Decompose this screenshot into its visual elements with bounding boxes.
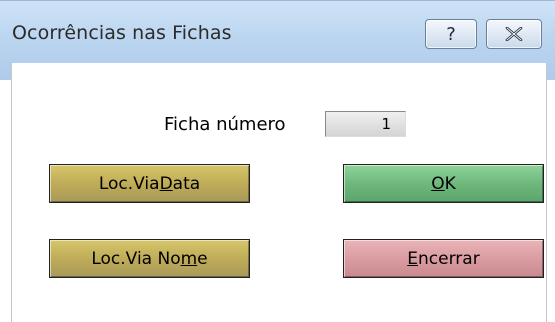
- help-button[interactable]: ?: [425, 19, 477, 49]
- help-icon: ?: [446, 23, 456, 45]
- close-icon: [505, 27, 523, 41]
- ok-label-post: K: [444, 173, 456, 194]
- window-title: Ocorrências nas Fichas: [12, 22, 232, 44]
- loc-via-nome-button[interactable]: Loc.Via No m e: [49, 239, 250, 278]
- encerrar-button[interactable]: Encerrar: [343, 239, 544, 278]
- ok-accel: O: [431, 173, 445, 194]
- ficha-number-label: Ficha número: [164, 114, 286, 135]
- loc-via-nome-accel: m: [180, 248, 198, 269]
- loc-via-data-label-pre: Loc.Via: [98, 173, 160, 194]
- ok-button[interactable]: OK: [343, 164, 544, 203]
- loc-via-nome-label-post: e: [197, 248, 208, 269]
- dialog-body: Ficha número 1 Loc.Via Data OK Loc.Via N…: [11, 63, 547, 322]
- loc-via-data-button[interactable]: Loc.Via Data: [49, 164, 250, 203]
- close-button[interactable]: [486, 19, 542, 49]
- ficha-number-field[interactable]: 1: [325, 111, 406, 137]
- dialog-window: Ocorrências nas Fichas ? Ficha número 1 …: [0, 0, 555, 322]
- loc-via-data-accel: D: [159, 173, 173, 194]
- loc-via-nome-label-pre: Loc.Via No: [91, 248, 181, 269]
- encerrar-label-post: ncerrar: [418, 248, 480, 269]
- encerrar-accel: E: [407, 248, 419, 269]
- loc-via-data-label-post: ata: [172, 173, 201, 194]
